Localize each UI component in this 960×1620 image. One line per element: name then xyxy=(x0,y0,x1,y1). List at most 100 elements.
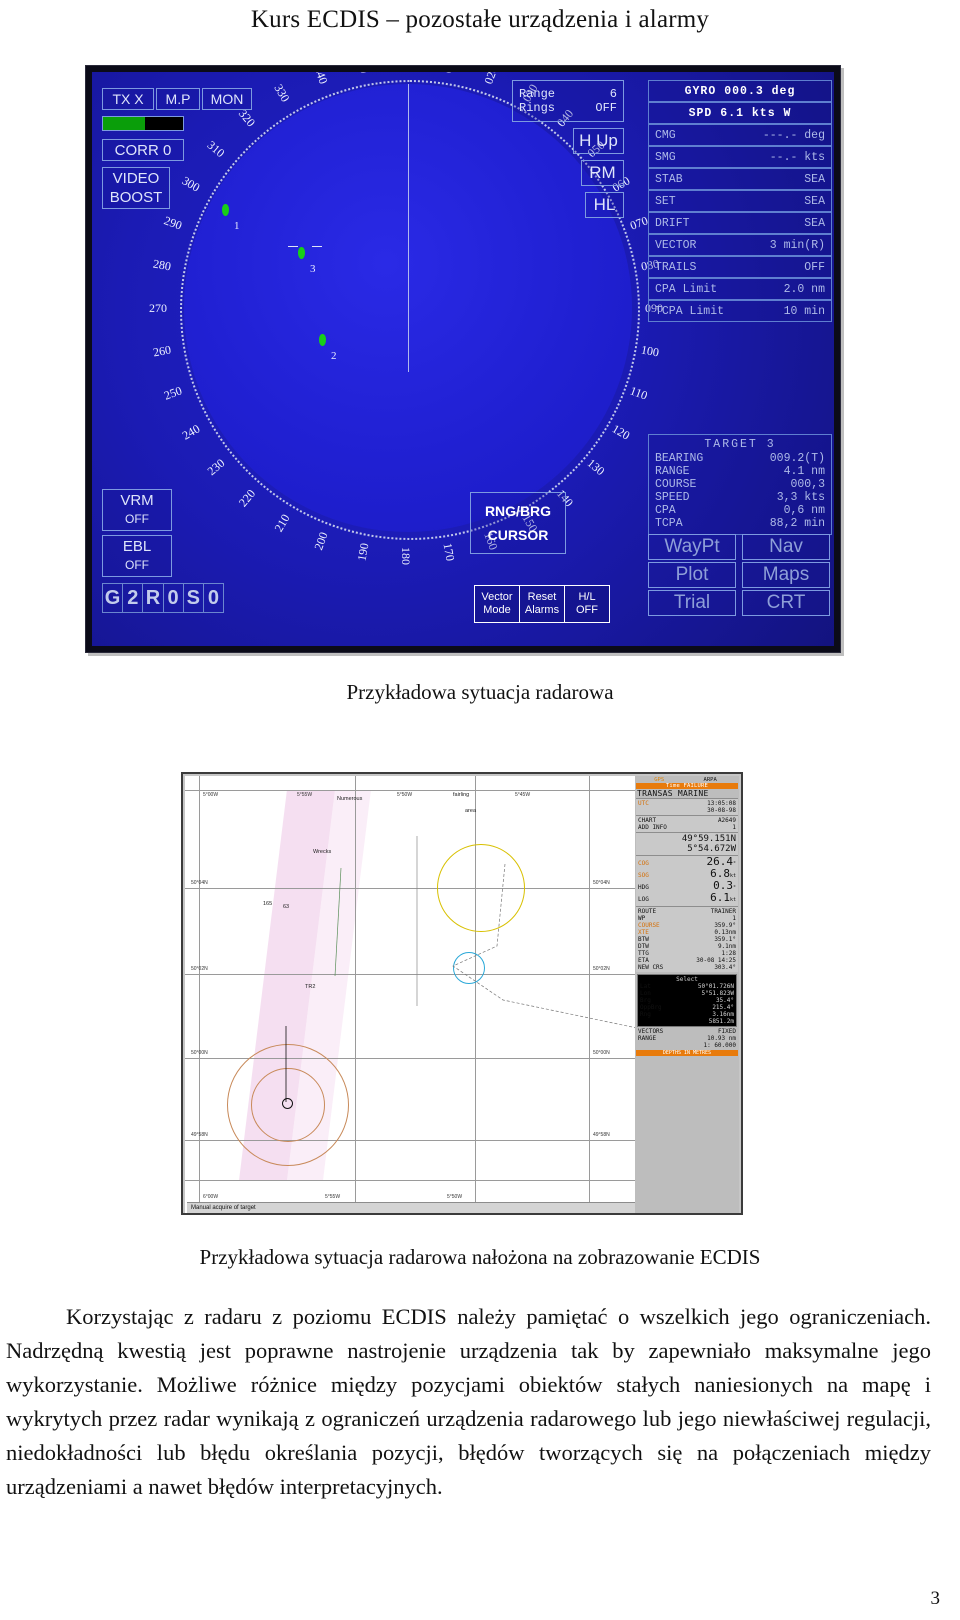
soft-key-waypt[interactable]: WayPt xyxy=(648,534,736,560)
button-mp[interactable]: M.P xyxy=(156,88,200,110)
range-value: 10.93 nm xyxy=(707,1035,736,1042)
gain-key-0[interactable]: G xyxy=(103,584,124,612)
select-row: Rng 3.16nm xyxy=(640,1011,734,1018)
soft-key-maps[interactable]: Maps xyxy=(742,562,830,588)
wp-value: 1 xyxy=(732,915,736,922)
vbox-cell-h-l[interactable]: H/L OFF xyxy=(565,586,609,622)
page-number: 3 xyxy=(930,1588,941,1609)
nav-value: 2.0 nm xyxy=(783,282,825,296)
nav-row-cmg: CMG ---.- deg xyxy=(648,124,832,146)
button-rm[interactable]: RM xyxy=(581,160,624,186)
target-blip-label-1: 1 xyxy=(234,220,240,232)
soft-key-crt[interactable]: CRT xyxy=(742,590,830,616)
gain-key-3[interactable]: 0 xyxy=(164,584,184,612)
compass-label-340: 340 xyxy=(311,72,331,86)
range-rings-box[interactable]: Range 6 Rings OFF xyxy=(512,80,624,122)
select-key: Rng xyxy=(640,1011,651,1018)
route-value: 0.13nm xyxy=(714,929,736,936)
button-corr[interactable]: CORR 0 xyxy=(102,139,184,161)
vbox-line2: Mode xyxy=(483,604,511,616)
button-hl[interactable]: HL xyxy=(585,192,624,218)
chart-coord-label: 5°00W xyxy=(203,792,219,798)
select-panel[interactable]: Select Lat 50°01.726N Lon 5°51.823W Brg 35.4°… xyxy=(637,974,737,1027)
gain-key-5[interactable]: 0 xyxy=(204,584,223,612)
maker-name: TRANSAS MARINE xyxy=(636,789,738,798)
button-tx[interactable]: TX X xyxy=(102,88,154,110)
nav-row-tcpa-limit: TCPA Limit 10 min xyxy=(648,300,832,322)
target-blip-label-2: 2 xyxy=(331,350,337,362)
addinfo-label: ADD INFO xyxy=(638,824,667,831)
utc-time: 13:05:08 xyxy=(707,800,736,807)
vbox-cell-reset[interactable]: Reset Alarms xyxy=(520,586,565,622)
compass-label-130: 130 xyxy=(584,456,608,479)
tuning-fill xyxy=(103,117,145,130)
select-title: Select xyxy=(676,976,698,983)
nav-row-drift: DRIFT SEA xyxy=(648,212,832,234)
chart-coord-label: 49°58N xyxy=(191,1132,208,1138)
compass-label-290: 290 xyxy=(162,213,184,233)
target-rows: BEARING 009.2(T) RANGE 4.1 nm COURSE 000,3 SPE… xyxy=(655,452,825,530)
gain-key-1[interactable]: 2 xyxy=(123,584,144,612)
caption-radar: Przykładowa sytuacja radarowa xyxy=(346,680,614,704)
target-value: 0,6 nm xyxy=(783,504,825,517)
compass-label-280: 280 xyxy=(151,256,172,274)
button-rng-brg-cursor[interactable]: RNG/BRG CURSOR xyxy=(470,492,566,554)
paragraph-text: Korzystając z radaru z poziomu ECDIS nal… xyxy=(6,1304,931,1499)
chart-annotation: 63 xyxy=(283,904,290,910)
button-head-up[interactable]: H Up xyxy=(573,128,624,154)
target-key: CPA xyxy=(655,504,676,517)
compass-label-250: 250 xyxy=(162,383,184,403)
nav-value: 10 min xyxy=(783,304,825,318)
compass-label-270: 270 xyxy=(149,301,167,315)
select-value: 3.16nm xyxy=(712,1011,734,1018)
select-row: Lat 50°01.726N xyxy=(640,983,734,990)
soft-key-nav[interactable]: Nav xyxy=(742,534,830,560)
select-value: 5851.2m xyxy=(708,1018,734,1025)
target-row-speed: SPEED 3,3 kts xyxy=(655,491,825,504)
select-row: OppBrg 215.4° xyxy=(640,1004,734,1011)
body-paragraph: Korzystając z radaru z poziomu ECDIS nal… xyxy=(6,1300,931,1504)
vbox-line1: Reset xyxy=(527,591,557,603)
chart-coord-label: 50°04N xyxy=(593,880,610,886)
nav-key: LOG xyxy=(638,896,649,903)
button-video-boost[interactable]: VIDEO BOOST xyxy=(102,167,170,209)
chart-section: CHART A2649 ADD INFO 1 xyxy=(636,815,738,832)
route-value: 9.1nm xyxy=(717,943,736,950)
button-vrm[interactable]: VRM OFF xyxy=(102,489,172,531)
gain-key-4[interactable]: S xyxy=(184,584,204,612)
compass-label-310: 310 xyxy=(204,137,228,160)
button-mon[interactable]: MON xyxy=(202,88,252,110)
select-value: 5°51.823W xyxy=(701,990,734,997)
chart-annotation: Numerous xyxy=(337,796,363,802)
route-value: 30-08 14:25 xyxy=(696,957,736,964)
vbox-line1: Vector xyxy=(481,591,513,603)
gain-key-2[interactable]: R xyxy=(143,584,164,612)
gain-sea-rain-keys[interactable]: G2R0S0 xyxy=(102,583,224,613)
route-key: NEW CRS xyxy=(638,964,664,971)
target-row-cpa: CPA 0,6 nm xyxy=(655,504,825,517)
ecdis-route-btw: BTW 359.1° xyxy=(638,936,736,943)
vector-reset-hl-box[interactable]: Vector Mode Reset Alarms H/L OFF xyxy=(474,585,610,623)
soft-key-plot[interactable]: Plot xyxy=(648,562,736,588)
rings-value: OFF xyxy=(595,101,617,115)
cursor-line1: RNG/BRG xyxy=(484,503,552,519)
compass-label-350: 350 xyxy=(354,72,371,74)
position-lon: 5°54.672W xyxy=(687,844,736,854)
vbox-cell-vector[interactable]: Vector Mode xyxy=(475,586,520,622)
target-blip-1[interactable] xyxy=(222,204,229,216)
nav-value: SEA xyxy=(804,194,825,208)
soft-key-trial[interactable]: Trial xyxy=(648,590,736,616)
vrm-label: VRM xyxy=(120,492,154,509)
utc-date: 30-08-98 xyxy=(707,807,736,814)
ebl-label: EBL xyxy=(122,538,152,555)
target-value: 3,3 kts xyxy=(776,491,825,504)
route-key: DTW xyxy=(638,943,649,950)
ecdis-route-dtw: DTW 9.1nm xyxy=(638,943,736,950)
ecdis-route-xte: XTE 0.13nm xyxy=(638,929,736,936)
target-blip-3[interactable] xyxy=(298,247,305,259)
target-blip-2[interactable] xyxy=(319,334,326,346)
target-row-bearing: BEARING 009.2(T) xyxy=(655,452,825,465)
route-rows: COURSE 359.9° XTE 0.13nm BTW 359.1° DTW 9.1nm TT… xyxy=(638,922,736,971)
cursor-line2: CURSOR xyxy=(487,527,549,543)
button-ebl[interactable]: EBL OFF xyxy=(102,535,172,577)
